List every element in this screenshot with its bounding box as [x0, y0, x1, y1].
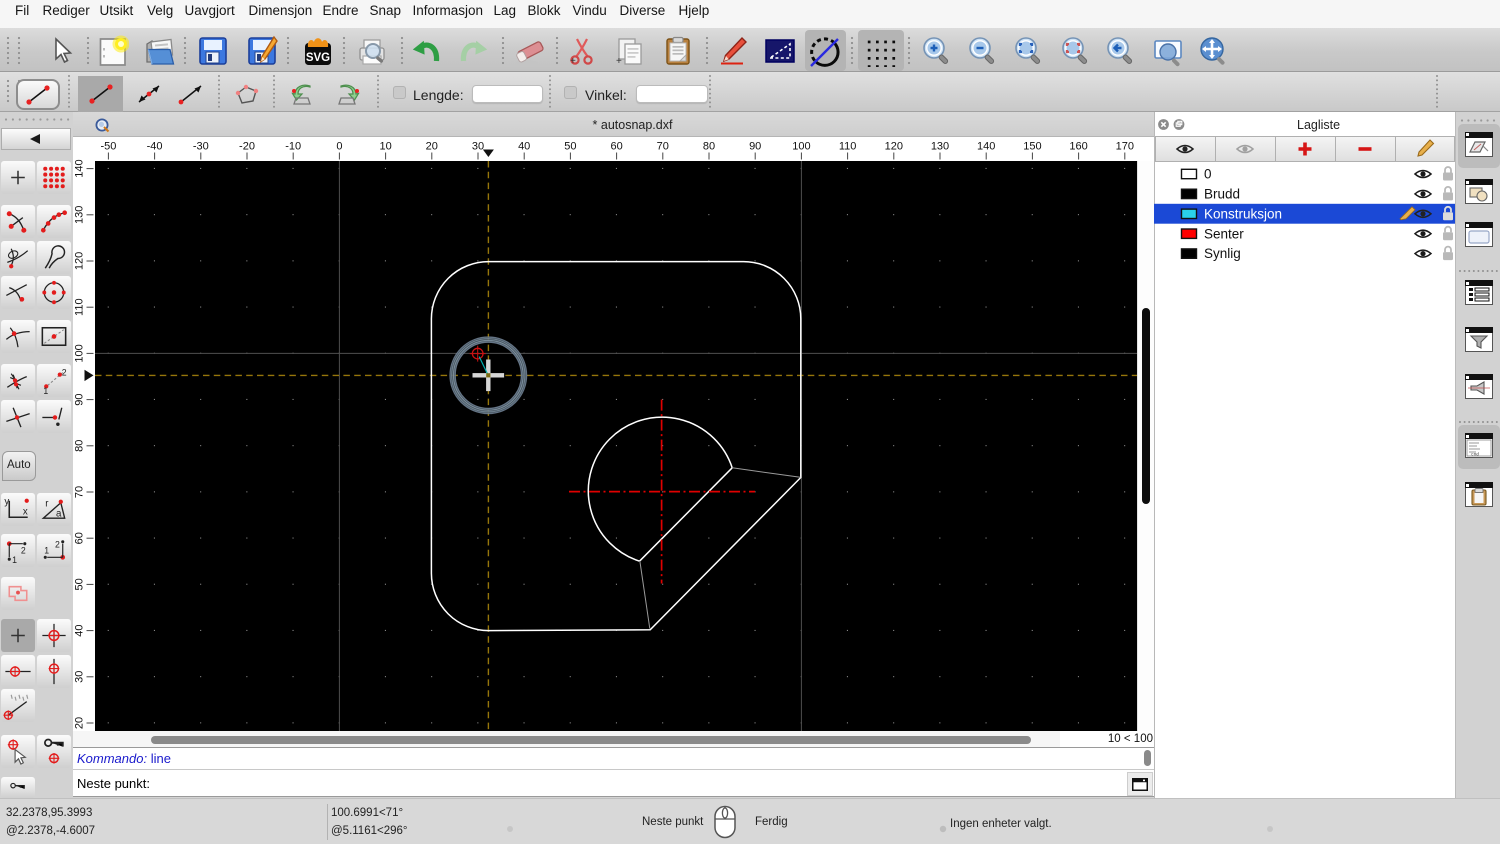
svg-text:80: 80	[703, 141, 715, 153]
svg-text:90: 90	[74, 393, 86, 405]
svg-text:20: 20	[74, 717, 86, 729]
svg-text:40: 40	[518, 141, 530, 153]
svg-text:SVG: SVG	[306, 52, 330, 64]
svg-text:-40: -40	[147, 141, 163, 153]
svg-text:70: 70	[74, 486, 86, 498]
svg-text:Senter: Senter	[1204, 226, 1244, 241]
svg-text:40: 40	[74, 624, 86, 636]
svg-text:80: 80	[74, 440, 86, 452]
svg-text:Konstruksjon: Konstruksjon	[1204, 206, 1282, 221]
svg-text:x: x	[23, 506, 28, 517]
svg-text:y: y	[4, 497, 9, 508]
svg-text:30: 30	[472, 141, 484, 153]
svg-text:r: r	[45, 499, 49, 510]
svg-text:100: 100	[792, 141, 810, 153]
svg-text:2: 2	[62, 368, 67, 378]
svg-text:60: 60	[610, 141, 622, 153]
svg-text:10: 10	[379, 141, 391, 153]
svg-text:110: 110	[74, 298, 86, 316]
svg-text:50: 50	[74, 578, 86, 590]
svg-text:+: +	[616, 56, 622, 67]
svg-text:150: 150	[1023, 141, 1041, 153]
svg-text:-30: -30	[193, 141, 209, 153]
svg-text:a: a	[56, 508, 62, 519]
svg-text:90: 90	[749, 141, 761, 153]
svg-text:130: 130	[931, 141, 949, 153]
svg-text:2: 2	[21, 545, 26, 555]
svg-text:0: 0	[336, 141, 342, 153]
svg-text:110: 110	[839, 141, 857, 153]
svg-text:1: 1	[12, 555, 17, 565]
svg-text:100: 100	[74, 344, 86, 362]
svg-text:-20: -20	[239, 141, 255, 153]
svg-text:Synlig: Synlig	[1204, 246, 1241, 261]
svg-text:130: 130	[74, 206, 86, 224]
svg-text:-10: -10	[285, 141, 301, 153]
svg-text:50: 50	[564, 141, 576, 153]
svg-text:120: 120	[74, 252, 86, 270]
svg-text:0: 0	[1204, 166, 1212, 181]
svg-text:160: 160	[1069, 141, 1087, 153]
svg-text:20: 20	[426, 141, 438, 153]
svg-text:70: 70	[657, 141, 669, 153]
svg-text:+: +	[570, 56, 576, 67]
svg-text:30: 30	[74, 671, 86, 683]
svg-text:60: 60	[74, 532, 86, 544]
svg-text:cmd: cmd	[1471, 452, 1479, 458]
svg-text:Brudd: Brudd	[1204, 186, 1240, 201]
svg-text:140: 140	[74, 159, 86, 177]
svg-text:2: 2	[55, 540, 60, 550]
svg-text:140: 140	[977, 141, 995, 153]
svg-text:-50: -50	[100, 141, 116, 153]
svg-text:120: 120	[885, 141, 903, 153]
svg-text:170: 170	[1116, 141, 1134, 153]
svg-text:1: 1	[43, 386, 48, 396]
svg-text:1: 1	[44, 545, 49, 555]
